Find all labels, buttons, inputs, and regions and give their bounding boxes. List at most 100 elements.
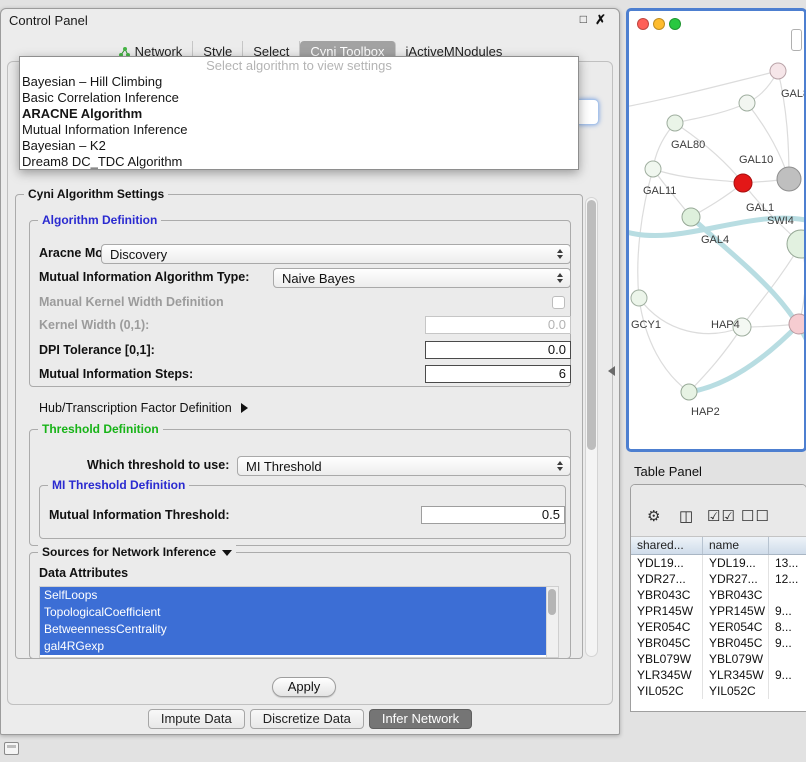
algorithm-option[interactable]: Basic Correlation Inference <box>20 90 578 106</box>
table-cell: YDL19... <box>703 555 769 571</box>
column-header[interactable]: shared... <box>631 537 703 554</box>
select-rows-icon[interactable]: ☑☑ <box>707 507 736 525</box>
node-label: GCY1 <box>631 319 661 331</box>
data-attributes-list[interactable]: SelfLoopsTopologicalCoefficientBetweenne… <box>39 586 559 658</box>
algorithm-option[interactable]: ARACNE Algorithm <box>20 106 578 122</box>
attributes-list-scrollbar[interactable] <box>546 587 558 657</box>
close-button[interactable] <box>637 18 649 30</box>
network-edge <box>653 169 743 183</box>
kernel-width-field[interactable]: 0.0 <box>425 316 571 334</box>
table-cell: YPR145W <box>631 603 703 619</box>
table-header: shared...name <box>631 537 806 555</box>
network-node[interactable] <box>739 95 755 111</box>
table-cell: 8... <box>769 619 806 635</box>
table-row[interactable]: YPR145WYPR145W9... <box>631 603 806 619</box>
mi-type-select[interactable]: Naive Bayes <box>273 268 571 288</box>
scrollbar-thumb[interactable] <box>587 200 596 450</box>
table-cell: YDR27... <box>631 571 703 587</box>
network-node[interactable] <box>734 174 752 192</box>
network-node[interactable] <box>631 290 647 306</box>
attribute-item[interactable]: SelfLoops <box>40 587 546 604</box>
algorithm-option[interactable]: Mutual Information Inference <box>20 122 578 138</box>
attribute-item[interactable]: BetweennessCentrality <box>40 621 546 638</box>
network-node[interactable] <box>681 384 697 400</box>
view-scrollbar-fragment[interactable] <box>791 29 802 51</box>
algorithm-definition-title: Algorithm Definition <box>38 213 161 227</box>
algorithm-option[interactable]: Bayesian – Hill Climbing <box>20 74 578 90</box>
data-attributes-label: Data Attributes <box>39 566 128 580</box>
attribute-item[interactable]: TopologicalCoefficient <box>40 604 546 621</box>
apply-button[interactable]: Apply <box>272 677 336 697</box>
which-threshold-label: Which threshold to use: <box>87 458 229 472</box>
mi-threshold-field[interactable]: 0.5 <box>421 506 565 524</box>
combo-arrows-icon <box>553 245 567 263</box>
network-node[interactable] <box>789 314 804 334</box>
node-label: GAL1 <box>746 202 774 214</box>
table-cell <box>769 587 806 603</box>
mi-steps-field[interactable]: 6 <box>425 365 571 383</box>
aracne-mode-select[interactable]: Discovery <box>101 244 571 264</box>
attribute-item[interactable]: gal4RGexp <box>40 638 546 655</box>
algorithm-popup-placeholder: Select algorithm to view settings <box>20 58 578 74</box>
table-row[interactable]: YBR045CYBR045C9... <box>631 635 806 651</box>
table-row[interactable]: YDL19...YDL19...13... <box>631 555 806 571</box>
column-header[interactable]: name <box>703 537 769 554</box>
table-row[interactable]: YDR27...YDR27...12... <box>631 571 806 587</box>
table-row[interactable]: YLR345WYLR345W9... <box>631 667 806 683</box>
bottom-tab-impute-data[interactable]: Impute Data <box>148 709 245 729</box>
table-row[interactable]: YER054CYER054C8... <box>631 619 806 635</box>
manual-kernel-checkbox[interactable] <box>552 296 565 309</box>
window-title: Control Panel <box>9 13 88 28</box>
network-node[interactable] <box>682 208 700 226</box>
bottom-tab-infer-network[interactable]: Infer Network <box>369 709 472 729</box>
combo-arrows-icon <box>553 269 567 287</box>
network-node[interactable] <box>787 230 804 258</box>
table-cell: YBR043C <box>631 587 703 603</box>
table-row[interactable]: YBL079WYBL079W <box>631 651 806 667</box>
node-label: GAL11 <box>643 185 676 197</box>
aracne-mode-value: Discovery <box>110 247 553 262</box>
table-cell <box>769 651 806 667</box>
float-window-icon[interactable]: □ <box>580 12 587 26</box>
columns-icon[interactable]: ◫ <box>679 507 694 525</box>
settings-scrollbar[interactable] <box>585 197 598 657</box>
scrollbar-thumb[interactable] <box>548 589 556 615</box>
close-window-icon[interactable]: ✗ <box>595 12 606 28</box>
obscured-spinner-fragment <box>578 99 599 125</box>
node-label: GAL80 <box>671 139 705 151</box>
network-view-panel[interactable]: GAL8GAL80GAL10GAL11GAL1SWI4GAL4GCY1HAP4Y… <box>626 8 806 452</box>
deselect-rows-icon[interactable]: ☐☐ <box>741 507 770 525</box>
dpi-tolerance-field[interactable]: 0.0 <box>425 341 571 359</box>
hub-definition-toggle[interactable]: Hub/Transcription Factor Definition <box>39 401 248 415</box>
network-node[interactable] <box>645 161 661 177</box>
algorithm-option[interactable]: Bayesian – K2 <box>20 138 578 154</box>
gear-icon[interactable]: ⚙ <box>647 507 661 525</box>
network-node[interactable] <box>667 115 683 131</box>
mi-threshold-definition-title: MI Threshold Definition <box>48 478 189 492</box>
dpi-tolerance-label: DPI Tolerance [0,1]: <box>39 343 155 357</box>
table-cell: 9... <box>769 603 806 619</box>
table-row[interactable]: YBR043CYBR043C <box>631 587 806 603</box>
table-cell: YLR345W <box>631 667 703 683</box>
expand-right-icon <box>241 403 248 413</box>
algorithm-popup-list: Bayesian – Hill ClimbingBasic Correlatio… <box>20 74 578 170</box>
column-header[interactable] <box>769 537 806 554</box>
threshold-definition-title: Threshold Definition <box>38 422 163 436</box>
which-threshold-select[interactable]: MI Threshold <box>237 456 571 476</box>
table-cell: YBR043C <box>703 587 769 603</box>
table-row[interactable]: YIL052CYIL052C <box>631 683 806 699</box>
restore-panel-icon[interactable] <box>4 742 19 755</box>
zoom-button[interactable] <box>669 18 681 30</box>
algorithm-option[interactable]: Dream8 DC_TDC Algorithm <box>20 154 578 170</box>
network-node[interactable] <box>770 63 786 79</box>
table-cell: YPR145W <box>703 603 769 619</box>
minimize-button[interactable] <box>653 18 665 30</box>
network-node[interactable] <box>777 167 801 191</box>
bottom-tab-discretize-data[interactable]: Discretize Data <box>250 709 364 729</box>
splitter-handle-icon[interactable] <box>608 366 615 376</box>
sources-group-title[interactable]: Sources for Network Inference <box>38 545 236 559</box>
table-cell: YDL19... <box>631 555 703 571</box>
control-panel-window: Control Panel □ ✗ NetworkStyleSelectCyni… <box>0 8 620 735</box>
mi-type-value: Naive Bayes <box>282 271 553 286</box>
network-edge <box>629 71 778 107</box>
